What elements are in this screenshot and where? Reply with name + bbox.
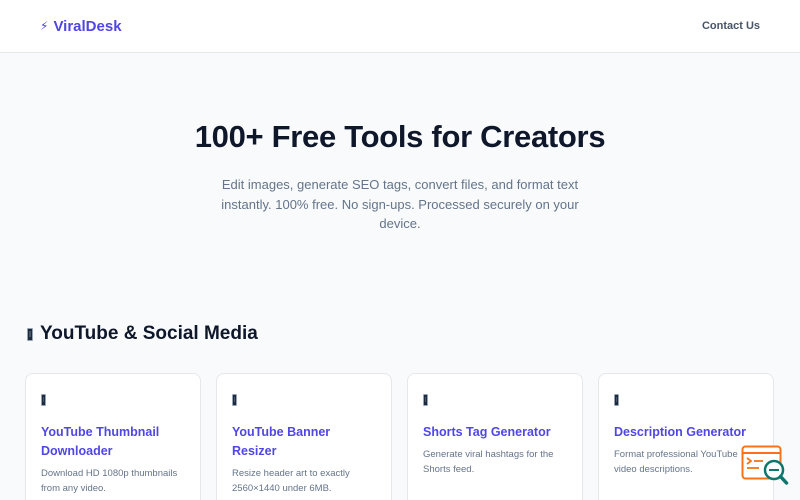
tool-card-shorts-tag-generator[interactable]: Shorts Tag Generator Generate viral hash… xyxy=(407,373,583,500)
floating-search-widget[interactable] xyxy=(741,443,791,488)
hero-subtitle: Edit images, generate SEO tags, convert … xyxy=(221,177,579,231)
tool-card-description: Download HD 1080p thumbnails from any vi… xyxy=(41,468,178,494)
section-heading: YouTube & Social Media xyxy=(27,323,258,345)
tool-card-description: Format professional YouTube video descri… xyxy=(614,449,738,475)
site-header: ⚡ ViralDesk Contact Us xyxy=(0,0,800,53)
search-list-icon xyxy=(741,445,789,485)
brand-logo-link[interactable]: ⚡ ViralDesk xyxy=(40,18,122,35)
lightning-icon: ⚡ xyxy=(40,19,49,33)
phone-icon xyxy=(232,394,237,406)
tool-card-grid: YouTube Thumbnail Downloader Download HD… xyxy=(25,373,774,500)
hero-title: 100+ Free Tools for Creators xyxy=(194,119,606,154)
section-title: YouTube & Social Media xyxy=(40,323,258,344)
phone-icon xyxy=(423,394,428,406)
brand-name: ViralDesk xyxy=(53,17,122,35)
tool-card-title[interactable]: Description Generator xyxy=(614,423,758,442)
tool-card-banner-resizer[interactable]: YouTube Banner Resizer Resize header art… xyxy=(216,373,392,500)
phone-icon xyxy=(41,394,46,406)
tool-card-title[interactable]: YouTube Thumbnail Downloader xyxy=(41,423,185,461)
phone-icon xyxy=(614,394,619,406)
tool-card-description: Resize header art to exactly 2560×1440 u… xyxy=(232,468,350,494)
tool-card-description: Generate viral hashtags for the Shorts f… xyxy=(423,449,554,475)
hero-section: 100+ Free Tools for Creators Edit images… xyxy=(0,53,800,234)
tool-card-title[interactable]: YouTube Banner Resizer xyxy=(232,423,376,461)
tool-card-thumbnail-downloader[interactable]: YouTube Thumbnail Downloader Download HD… xyxy=(25,373,201,500)
tool-card-title[interactable]: Shorts Tag Generator xyxy=(423,423,567,442)
contact-us-link[interactable]: Contact Us xyxy=(702,20,760,32)
phone-icon xyxy=(27,327,33,341)
